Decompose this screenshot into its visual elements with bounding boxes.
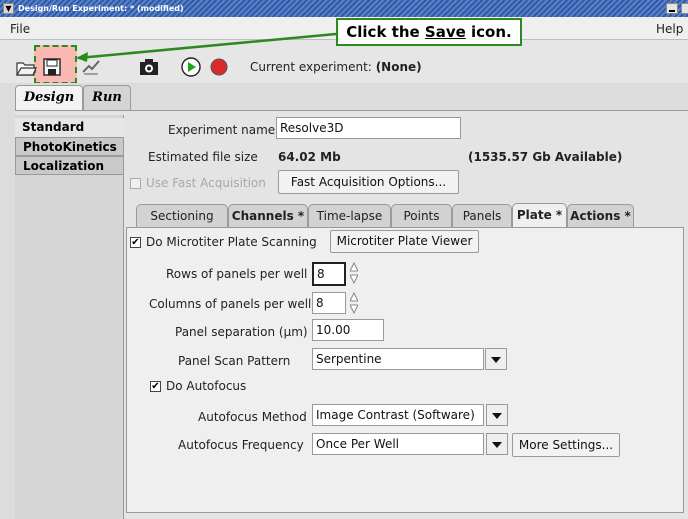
autofocus-frequency-select[interactable]: Once Per Well [312,433,484,455]
experiment-name-input[interactable]: Resolve3D [276,117,461,139]
tab-design[interactable]: Design [15,85,83,111]
experiment-name-label: Experiment name [168,123,276,137]
menu-help[interactable]: Help [656,22,683,36]
autofocus-method-select[interactable]: Image Contrast (Software) [312,404,484,426]
autofocus-method-label: Autofocus Method [198,410,307,424]
current-experiment: Current experiment: (None) [250,60,422,74]
camera-icon[interactable] [138,56,160,78]
scan-pattern-select[interactable]: Serpentine [312,348,484,370]
columns-spinner-icon[interactable] [350,292,358,314]
instruction-callout: Click the Save icon. [336,18,522,46]
save-icon[interactable] [41,56,63,78]
chevron-down-icon[interactable]: ▼ [3,3,14,14]
do-plate-scanning-checkbox[interactable]: ✔ [130,237,141,248]
rows-input[interactable]: 8 [312,262,346,286]
open-folder-icon[interactable] [15,56,37,78]
tab-actions[interactable]: Actions * [567,204,634,228]
scan-pattern-label: Panel Scan Pattern [178,354,291,368]
tab-panels[interactable]: Panels [452,204,512,228]
panel-separation-input[interactable]: 10.00 [312,319,384,341]
tab-time-lapse[interactable]: Time-lapse [308,204,391,228]
fast-acquisition-checkbox[interactable] [130,178,141,189]
columns-input[interactable]: 8 [312,292,346,314]
autofocus-frequency-dropdown-icon[interactable] [486,433,508,455]
do-plate-scanning-label: Do Microtiter Plate Scanning [146,235,317,249]
do-autofocus-checkbox[interactable]: ✔ [150,381,161,392]
available-space: (1535.57 Gb Available) [468,150,623,164]
current-experiment-value: (None) [375,60,422,74]
columns-label: Columns of panels per well [149,297,312,311]
file-size-label: Estimated file size [148,150,258,164]
minimize-button[interactable] [666,3,678,14]
plate-viewer-button[interactable]: Microtiter Plate Viewer [330,230,479,253]
tab-points[interactable]: Points [391,204,452,228]
list-item-localization[interactable]: Localization [15,156,124,175]
menu-file[interactable]: File [10,22,30,36]
window-title: Design/Run Experiment: * (modified) [18,4,184,13]
autofocus-method-dropdown-icon[interactable] [486,404,508,426]
more-settings-button[interactable]: More Settings... [512,433,620,457]
tab-plate[interactable]: Plate * [512,203,567,228]
rows-label: Rows of panels per well [166,267,308,281]
list-item-photokinetics[interactable]: PhotoKinetics [15,137,124,156]
list-item-standard[interactable]: Standard [15,118,124,137]
fast-acquisition-label: Use Fast Acquisition [146,176,266,190]
panel-separation-label: Panel separation (µm) [175,325,308,339]
autofocus-frequency-label: Autofocus Frequency [178,438,304,452]
window-control-button[interactable] [681,3,688,14]
rows-spinner-icon[interactable] [350,262,358,284]
tab-channels[interactable]: Channels * [228,204,308,228]
record-icon[interactable] [208,56,230,78]
file-size-value: 64.02 Mb [278,150,341,164]
current-experiment-label: Current experiment: [250,60,372,74]
scan-pattern-dropdown-icon[interactable] [485,348,507,370]
tab-sectioning[interactable]: Sectioning [136,204,228,228]
experiment-type-list [15,115,124,519]
mark-icon[interactable] [80,56,102,78]
do-autofocus-label: Do Autofocus [166,379,247,393]
fast-acquisition-options-button[interactable]: Fast Acquisition Options... [278,170,459,194]
play-icon[interactable] [180,56,202,78]
title-bar: ▼ Design/Run Experiment: * (modified) [0,0,688,17]
tab-run[interactable]: Run [83,85,131,111]
